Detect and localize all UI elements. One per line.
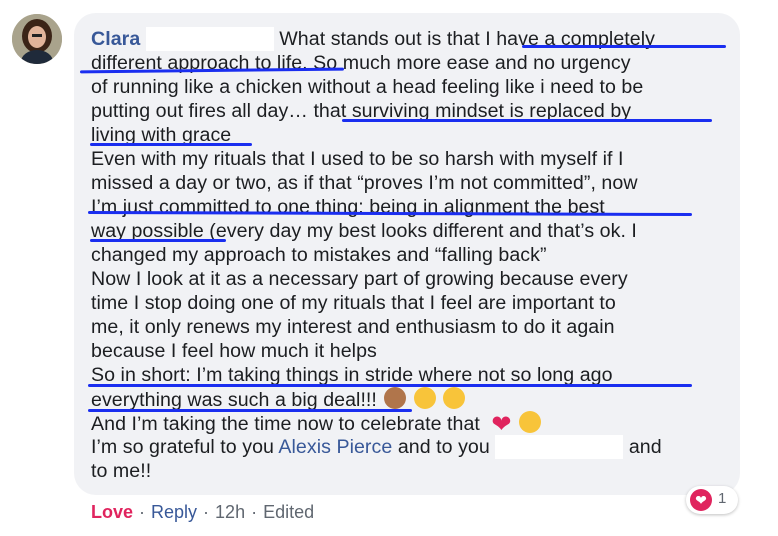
heart-eyes-face-icon [519, 411, 542, 433]
grinning-sweat-face-icon [443, 387, 466, 409]
separator: · [139, 502, 146, 522]
comment-line-11: Now I look at it as a necessary part of … [91, 267, 628, 291]
comment-text: missed a day or two, as if that “proves … [91, 172, 638, 194]
love-button[interactable]: Love [91, 502, 133, 522]
highlight-underline [88, 409, 412, 412]
separator: · [203, 502, 210, 522]
grinning-squinting-face-icon [413, 387, 436, 409]
comment-line-12: time I stop doing one of my rituals that… [91, 291, 616, 315]
comment-text: Now I look at it as a necessary part of … [91, 268, 628, 290]
author-name[interactable]: Clara [91, 28, 140, 50]
red-heart-icon: ❤ [491, 411, 512, 438]
mention-link[interactable]: Alexis Pierce [278, 436, 392, 458]
see-no-evil-monkey-icon [384, 387, 407, 409]
comment-text: Even with my rituals that I used to be s… [91, 148, 624, 170]
comment-text: and to you [397, 436, 490, 458]
reaction-count: 1 [718, 490, 727, 507]
comment-text: everything was such a big deal!!! [91, 389, 377, 411]
comment-line-18: I’m so grateful to you Alexis Pierce and… [91, 435, 662, 459]
redacted-name [495, 435, 624, 459]
comment-actions: Love · Reply · 12h · Edited [91, 502, 314, 523]
comment-line-3: of running like a chicken without a head… [91, 75, 643, 99]
separator: · [251, 502, 258, 522]
comment-line-13: me, it only renews my interest and enthu… [91, 315, 615, 339]
highlight-underline [88, 384, 692, 387]
comment-text: So in short: I’m taking things in stride… [91, 364, 613, 386]
comment-line-17: And I’m taking the time now to celebrate… [91, 411, 542, 438]
comment-line-6: Even with my rituals that I used to be s… [91, 147, 623, 171]
highlight-underline [90, 143, 252, 146]
comment-line-10: changed my approach to mistakes and “fal… [91, 243, 547, 267]
comment-text: time I stop doing one of my rituals that… [91, 292, 616, 314]
comment-text: me, it only renews my interest and enthu… [91, 316, 615, 338]
comment-line-7: missed a day or two, as if that “proves … [91, 171, 638, 195]
redacted-name [145, 27, 274, 51]
timestamp[interactable]: 12h [215, 502, 245, 522]
comment-line-19: to me!! [91, 459, 151, 483]
comment-text: changed my approach to mistakes and “fal… [91, 244, 547, 266]
comment-text: because I feel how much it helps [91, 340, 377, 362]
comment-text: and [628, 436, 662, 458]
avatar-photo [12, 14, 62, 64]
highlight-underline [90, 239, 226, 242]
edited-label[interactable]: Edited [263, 502, 314, 522]
avatar[interactable] [12, 14, 62, 64]
highlight-underline [342, 119, 712, 122]
highlight-underline [522, 45, 726, 48]
comment-text: of running like a chicken without a head… [91, 76, 644, 98]
reaction-badge[interactable]: ❤ 1 [686, 486, 738, 514]
comment-text: to me!! [91, 460, 152, 482]
comment-text: I’m so grateful to you [91, 436, 274, 458]
comment-line-14: because I feel how much it helps [91, 339, 377, 363]
heart-icon: ❤ [690, 489, 712, 511]
reply-button[interactable]: Reply [151, 502, 197, 522]
comment-text: And I’m taking the time now to celebrate… [91, 413, 480, 435]
